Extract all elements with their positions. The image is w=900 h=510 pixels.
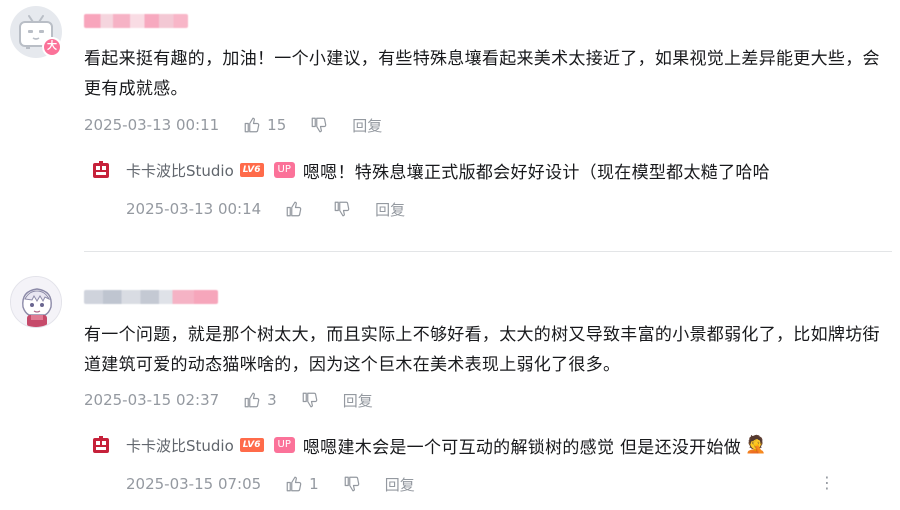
avatar[interactable]: [90, 159, 112, 181]
like-button[interactable]: 1: [285, 475, 319, 493]
reply-time: 2025-03-15 07:05: [126, 475, 262, 493]
up-tag: UP: [273, 437, 295, 453]
more-vertical-icon[interactable]: ⋮: [819, 473, 835, 493]
username-blurred[interactable]: [84, 290, 218, 304]
avatar[interactable]: [10, 276, 62, 328]
dislike-button[interactable]: [301, 391, 319, 409]
like-count: 15: [267, 116, 287, 134]
reply-button[interactable]: 回复: [385, 474, 415, 495]
like-button[interactable]: 15: [243, 116, 286, 134]
level-badge: LV6: [239, 438, 264, 452]
thumbs-down-icon: [344, 476, 359, 492]
like-count: 1: [309, 475, 319, 493]
facepalm-emoji-icon: 🤦: [745, 435, 767, 455]
comment-time: 2025-03-15 02:37: [84, 391, 220, 409]
thumbs-up-icon: [286, 201, 302, 217]
reply-button[interactable]: 回复: [343, 390, 373, 411]
like-button[interactable]: 3: [243, 391, 277, 409]
comment-meta: 2025-03-13 00:11 15 回复: [84, 114, 382, 136]
up-tag: UP: [273, 162, 295, 178]
dislike-button[interactable]: [310, 116, 328, 134]
thumbs-down-icon: [302, 392, 317, 408]
divider: [84, 251, 892, 252]
reply-username[interactable]: 卡卡波比Studio: [126, 160, 234, 181]
comment-meta: 2025-03-15 02:37 3 回复: [84, 389, 373, 411]
thumbs-down-icon: [334, 201, 350, 217]
username-blurred[interactable]: [84, 14, 188, 28]
reply-time: 2025-03-13 00:14: [126, 200, 262, 218]
thumbs-down-icon: [311, 117, 327, 133]
thumbs-up-icon: [286, 476, 302, 492]
comment-text: 有一个问题，就是那个树太大，而且实际上不够好看，太大的树又导致丰富的小景都弱化了…: [84, 325, 880, 375]
thumbs-up-icon: [244, 392, 260, 408]
reply-meta: 2025-03-13 00:14 回复: [126, 198, 405, 220]
reply-username[interactable]: 卡卡波比Studio: [126, 435, 234, 456]
reply-meta: 2025-03-15 07:05 1 回复: [126, 473, 415, 495]
reply-item: 卡卡波比Studio LV6 UP 嗯嗯建木会是一个可互动的解锁树的感觉 但是还…: [90, 434, 767, 458]
comment-text: 看起来挺有趣的，加油！一个小建议，有些特殊息壤看起来美术太接近了，如果视觉上差异…: [84, 49, 880, 99]
reply-button[interactable]: 回复: [375, 199, 405, 220]
dislike-button[interactable]: [343, 475, 361, 493]
reply-button[interactable]: 回复: [352, 115, 382, 136]
vip-badge: 大: [42, 37, 62, 57]
like-count: 3: [267, 391, 277, 409]
level-badge: LV6: [239, 163, 264, 177]
reply-item: 卡卡波比Studio LV6 UP 嗯嗯！特殊息壤正式版都会好好设计（现在模型都…: [90, 159, 770, 183]
avatar[interactable]: [90, 434, 112, 456]
anime-character-icon: [11, 277, 61, 327]
reply-text: 嗯嗯建木会是一个可互动的解锁树的感觉 但是还没开始做: [302, 437, 742, 458]
comment-time: 2025-03-13 00:11: [84, 116, 220, 134]
like-button[interactable]: [285, 200, 309, 218]
reply-text: 嗯嗯！特殊息壤正式版都会好好设计（现在模型都太糙了哈哈: [302, 162, 770, 183]
dislike-button[interactable]: [333, 200, 351, 218]
studio-logo-icon: [90, 434, 112, 456]
thumbs-up-icon: [244, 117, 260, 133]
studio-logo-icon: [90, 159, 112, 181]
